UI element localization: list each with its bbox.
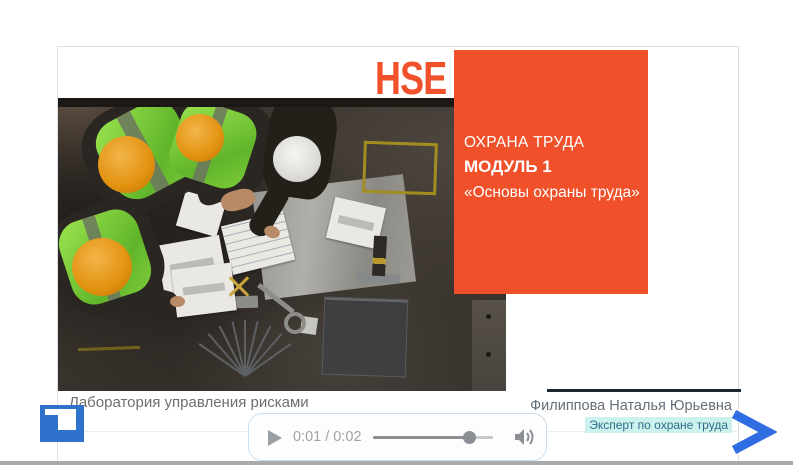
bottom-border (0, 461, 793, 465)
next-slide-arrow chevron-right-icon[interactable] (727, 409, 777, 455)
presentation-screen-icon[interactable] (40, 405, 84, 442)
seek-slider[interactable] (373, 436, 493, 439)
white-helmet (273, 136, 321, 182)
hammer-tool (372, 236, 387, 277)
author-role: Эксперт по охране труда (585, 417, 732, 433)
panel-subtitle: «Основы охраны труда» (464, 184, 640, 202)
author-divider (547, 389, 741, 392)
photo-top-edge (58, 98, 506, 107)
volume-button speaker-icon[interactable] (513, 426, 537, 448)
metal-plate (322, 297, 409, 378)
orange-helmet (176, 114, 224, 162)
worksite-photo (58, 98, 506, 391)
course-slide: HSE (57, 46, 739, 462)
author-name: Филиппова Наталья Юрьевна (530, 398, 732, 414)
title-panel: ОХРАНА ТРУДА МОДУЛЬ 1 «Основы охраны тру… (454, 50, 648, 294)
play-button[interactable] (267, 429, 283, 447)
seek-fill (373, 436, 469, 439)
snips-tool (226, 274, 252, 300)
hand (170, 296, 185, 307)
time-display: 0:01 / 0:02 (293, 414, 362, 460)
author-block: Филиппова Наталья Юрьевна Эксперт по охр… (530, 398, 732, 434)
yellow-floor-line (78, 346, 140, 351)
orange-helmet (98, 136, 155, 193)
audio-player: 0:01 / 0:02 (248, 413, 547, 461)
orange-helmet (72, 238, 132, 296)
page: HSE (0, 0, 793, 468)
rod-fan (198, 316, 294, 376)
panel-module: МОДУЛЬ 1 (464, 157, 640, 177)
slide-caption: Лаборатория управления рисками (69, 394, 309, 411)
yellow-floor-marking (362, 141, 438, 196)
panel-topic: ОХРАНА ТРУДА (464, 134, 640, 152)
seek-knob[interactable] (463, 431, 476, 444)
metal-column (472, 300, 506, 391)
hse-logo: HSE (375, 55, 446, 101)
